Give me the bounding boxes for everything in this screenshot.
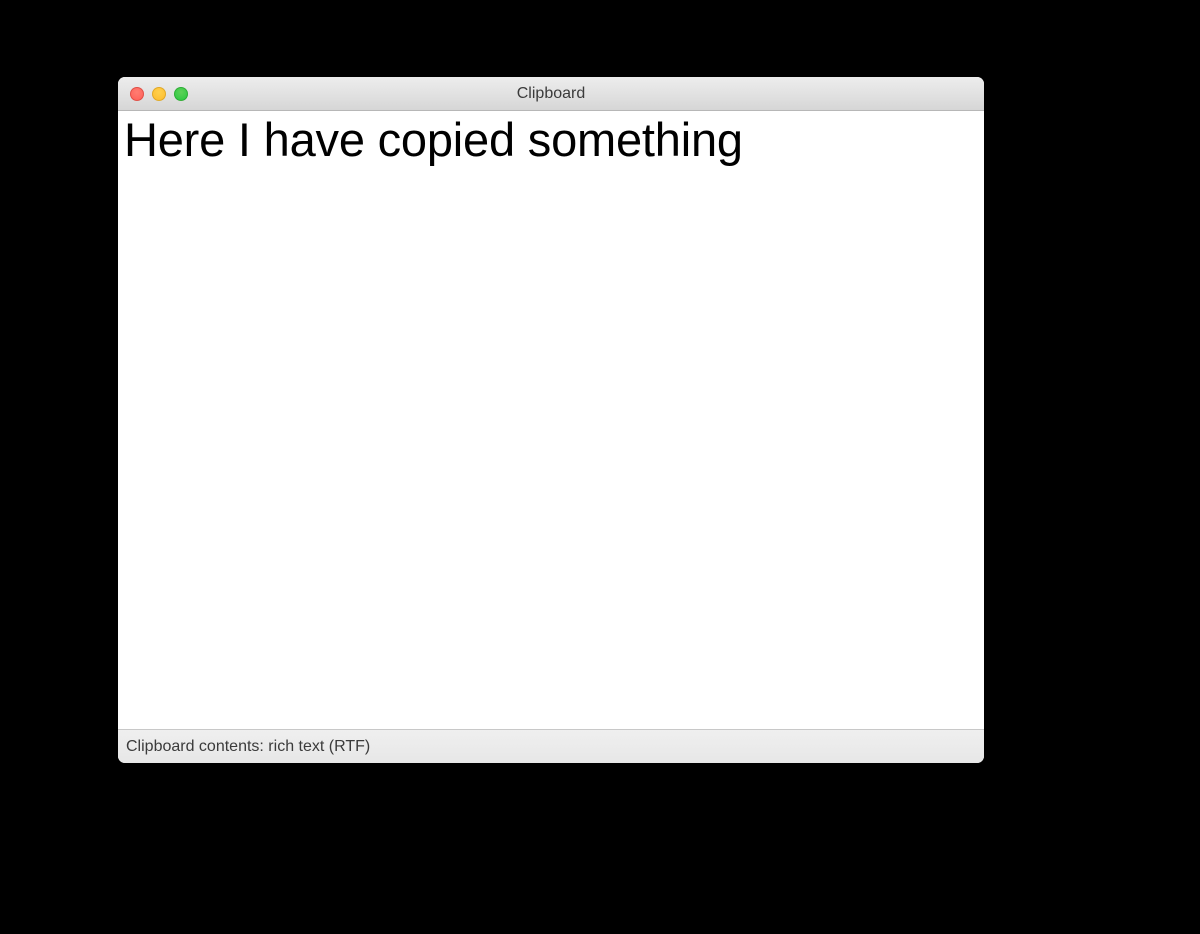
- clipboard-content-area: Here I have copied something: [118, 111, 984, 729]
- window-title: Clipboard: [118, 85, 984, 103]
- clipboard-text: Here I have copied something: [124, 113, 978, 167]
- window-titlebar[interactable]: Clipboard: [118, 77, 984, 111]
- minimize-button[interactable]: [152, 87, 166, 101]
- traffic-lights: [130, 87, 188, 101]
- status-text: Clipboard contents: rich text (RTF): [126, 738, 370, 756]
- clipboard-window: Clipboard Here I have copied something C…: [118, 77, 984, 763]
- status-bar: Clipboard contents: rich text (RTF): [118, 729, 984, 763]
- close-button[interactable]: [130, 87, 144, 101]
- zoom-button[interactable]: [174, 87, 188, 101]
